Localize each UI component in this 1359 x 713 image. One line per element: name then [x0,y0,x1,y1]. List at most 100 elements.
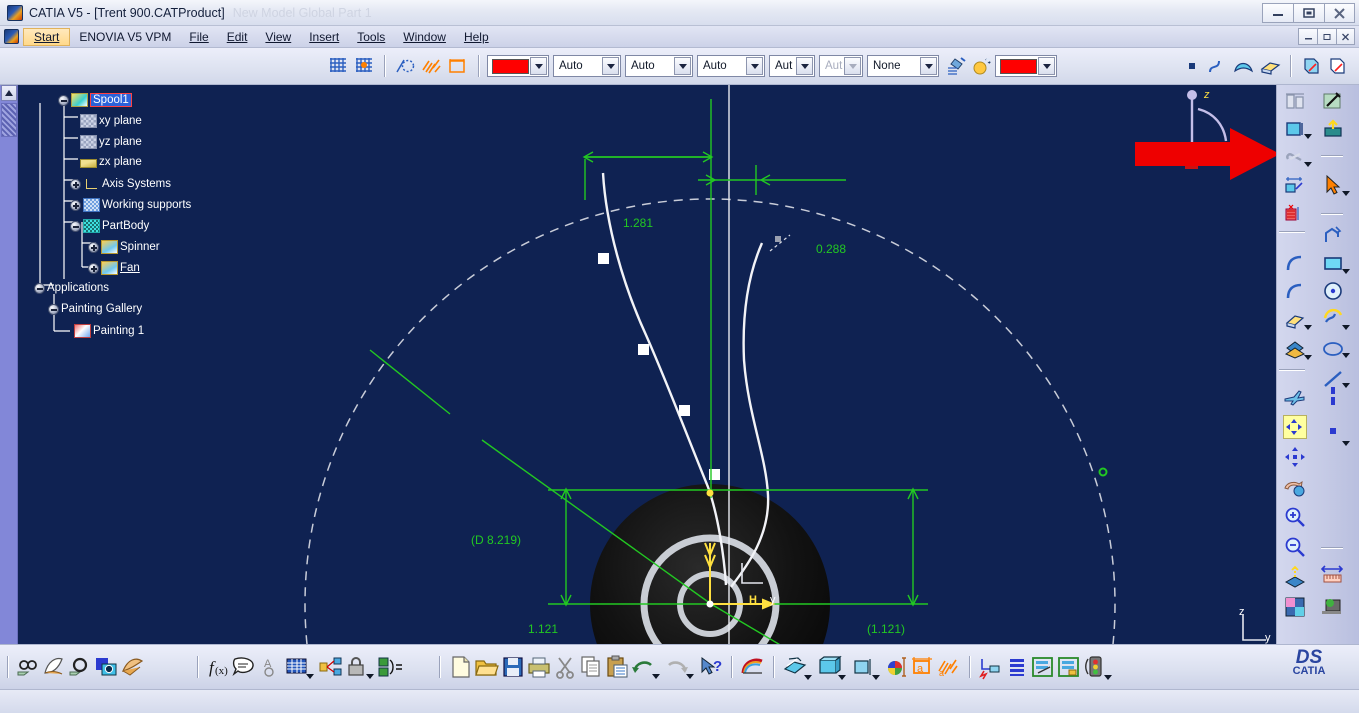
measure-item-icon[interactable] [1299,53,1325,79]
zoom-in-icon[interactable] [1283,505,1307,529]
tree-expander-painting-gallery[interactable] [48,303,59,315]
chevron-down-icon[interactable] [1304,162,1312,167]
3d-viewport[interactable]: 1.281 0.288 (D 8.219) 1.121 (1.121) z H … [18,85,1276,668]
transparency-dropdown-arrow[interactable] [746,57,763,75]
mdi-restore-button[interactable] [1317,28,1336,45]
spline-curve-icon[interactable] [1321,303,1345,327]
surface-icon[interactable] [1231,53,1257,79]
linetype-dropdown-arrow[interactable] [602,57,619,75]
chevron-down-icon[interactable] [838,674,846,680]
color-measure-icon[interactable] [884,653,910,681]
tree-node-partbody[interactable]: PartBody [70,219,149,233]
maximize-button[interactable] [1293,3,1324,23]
edit-list-icon[interactable] [1030,653,1056,681]
annotation-icon[interactable] [1283,201,1307,225]
tree-node-applications[interactable]: Applications [34,282,109,294]
distance-ruler-icon[interactable] [1320,563,1345,587]
open-icon[interactable] [474,653,500,681]
scrollbar-thumb[interactable] [1,103,17,137]
corner-icon[interactable] [1321,223,1345,247]
copy-icon[interactable] [578,653,604,681]
chevron-down-icon[interactable] [1342,325,1350,330]
chevron-down-icon[interactable] [1104,674,1112,680]
generative-shape-design-icon[interactable] [16,653,42,681]
tree-expander-fan[interactable] [88,262,99,274]
point-symbol-combo[interactable]: Aut [769,55,815,77]
tree-node-spool1[interactable]: Spool1 [58,93,132,107]
last-color-dropdown-arrow[interactable] [1038,57,1055,75]
tree-node-spinner[interactable]: Spinner [88,240,160,254]
sketch-tracer-icon[interactable] [1321,89,1345,113]
constraints-icon[interactable] [445,53,471,79]
new-icon[interactable] [448,653,474,681]
fit-all-in-icon[interactable] [1283,415,1307,439]
tree-expander-axis-systems[interactable] [70,178,81,190]
tree-node-zx-plane[interactable]: zx plane [80,156,142,168]
rendering-icon[interactable] [740,653,766,681]
thickness-dropdown-arrow[interactable] [674,57,691,75]
transparency-combo[interactable]: Auto [697,55,765,77]
rendering-style-dropdown-arrow[interactable] [920,57,937,75]
chevron-down-icon[interactable] [366,673,374,679]
save-icon[interactable] [500,653,526,681]
tree-expander-spinner[interactable] [88,241,99,253]
rotate-icon[interactable] [1283,475,1307,499]
sketch-analysis-icon[interactable] [393,53,419,79]
linetype-combo[interactable]: Auto [553,55,621,77]
formula-icon[interactable]: f (x) [206,653,232,681]
mdi-minimize-button[interactable] [1298,28,1317,45]
menu-item-start[interactable]: Start [23,27,71,46]
list-icon[interactable] [1004,653,1030,681]
fill-color-dropdown-arrow[interactable] [530,57,547,75]
knowledge-pattern-icon[interactable] [318,653,344,681]
whats-this-icon[interactable]: ? [698,653,724,681]
tree-node-painting-gallery[interactable]: Painting Gallery [48,303,142,315]
part-design-icon[interactable] [68,653,94,681]
tree-expander-spool1[interactable] [58,94,69,106]
chevron-down-icon[interactable] [306,673,314,679]
imagine-shape-icon[interactable] [120,653,146,681]
scroll-up-button[interactable] [1,85,17,101]
menu-item-window[interactable]: Window [394,28,455,46]
chevron-down-icon[interactable] [1342,191,1350,196]
tree-node-yz-plane[interactable]: yz plane [80,135,142,149]
circle-icon[interactable] [1321,279,1345,303]
chevron-down-icon[interactable] [1342,441,1350,446]
menu-item-enovia[interactable]: ENOVIA V5 VPM [70,28,180,46]
minimize-button[interactable] [1262,3,1293,23]
chevron-down-icon[interactable] [652,673,660,679]
measure-between-icon[interactable] [1325,53,1351,79]
grid-icon[interactable] [325,53,351,79]
normal-view-icon[interactable] [1283,565,1307,589]
fly-mode-icon[interactable] [1283,385,1307,409]
photo-studio-icon[interactable] [94,653,120,681]
tree-expander-applications[interactable] [34,282,45,294]
paintbrush-icon[interactable] [943,53,969,79]
tree-node-xy-plane[interactable]: xy plane [80,114,142,128]
point-icon[interactable] [1179,53,1205,79]
connect-curve-icon[interactable] [1283,279,1307,303]
axis-line-icon[interactable] [1321,385,1345,409]
chevron-down-icon[interactable] [1304,134,1312,139]
sweep-icon[interactable] [1283,251,1307,275]
zoom-out-icon[interactable] [1283,535,1307,559]
chevron-down-icon[interactable] [1342,353,1350,358]
menu-item-file[interactable]: File [180,28,217,46]
chevron-down-icon[interactable] [1304,325,1312,330]
analyze-icon[interactable]: A [258,653,284,681]
comment-icon[interactable] [232,653,258,681]
menu-item-view[interactable]: View [256,28,300,46]
grid-snap-icon[interactable] [351,53,377,79]
freestyle-icon[interactable] [42,653,68,681]
tree-node-working-supports[interactable]: Working supports [70,198,191,212]
multi-sections-solid-icon[interactable] [1283,89,1307,113]
equation-icon[interactable] [378,653,404,681]
render-icon[interactable] [1321,593,1345,617]
tree-node-fan[interactable]: Fan [88,261,140,275]
layer-combo[interactable]: Aut [819,55,863,77]
mdi-close-button[interactable] [1336,28,1355,45]
fill-color-combo[interactable] [487,55,549,77]
start-menu-icon[interactable] [4,29,19,44]
paste-icon[interactable] [604,653,630,681]
power-input-icon[interactable] [978,653,1004,681]
